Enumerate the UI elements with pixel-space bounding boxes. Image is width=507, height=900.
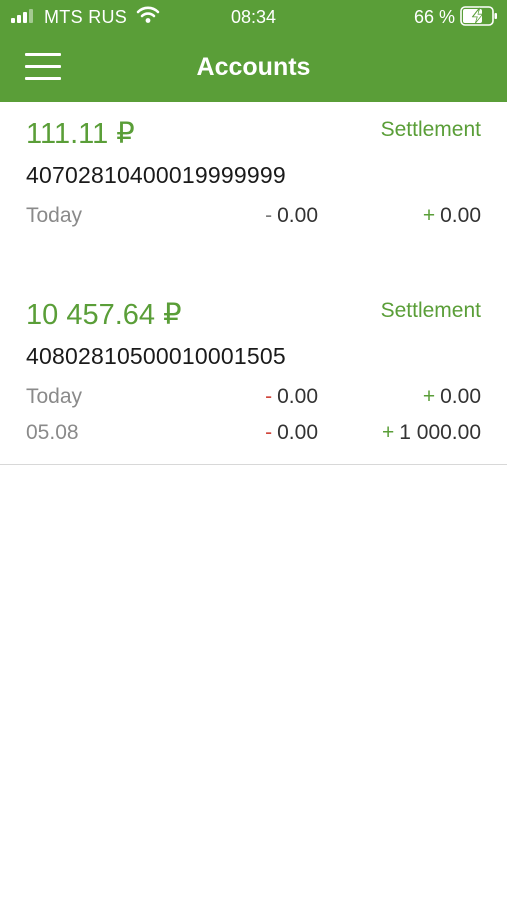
turnover-debit: -0.00 <box>265 204 318 227</box>
turnover-credit: +0.00 <box>422 385 481 408</box>
turnover-row: Today -0.00 +0.00 <box>0 204 507 234</box>
turnover-debit: -0.00 <box>265 385 318 408</box>
turnover-credit: +1 000.00 <box>381 421 481 444</box>
nav-bar: Accounts <box>0 34 507 102</box>
turnover-credit: +0.00 <box>422 204 481 227</box>
turnover-row: Today -0.00 +0.00 <box>0 385 507 415</box>
account-number: 40802810500010001505 <box>26 343 286 369</box>
account-type: Settlement <box>380 118 481 141</box>
turnover-debit: -0.00 <box>265 421 318 444</box>
turnover-date: Today <box>26 204 83 227</box>
turnover-row: 05.08 -0.00 +1 000.00 <box>0 421 507 451</box>
battery-charging-icon <box>460 6 497 26</box>
app-header: MTS RUS 08:34 66 % Accounts <box>0 0 507 102</box>
page-title: Accounts <box>196 53 311 81</box>
battery-percent: 66 % <box>413 7 455 27</box>
account-balance: 111.11 ₽ <box>26 118 135 150</box>
account-type: Settlement <box>380 299 481 322</box>
account-balance: 10 457.64 ₽ <box>26 299 182 331</box>
turnover-date: Today <box>26 385 83 408</box>
turnover-date: 05.08 <box>26 421 79 444</box>
account-card[interactable]: 111.11 ₽ Settlement 40702810400019999999… <box>0 102 507 284</box>
account-card[interactable]: 10 457.64 ₽ Settlement 40802810500010001… <box>0 283 507 465</box>
status-bar: MTS RUS 08:34 66 % <box>0 0 507 34</box>
account-number: 40702810400019999999 <box>26 162 286 188</box>
